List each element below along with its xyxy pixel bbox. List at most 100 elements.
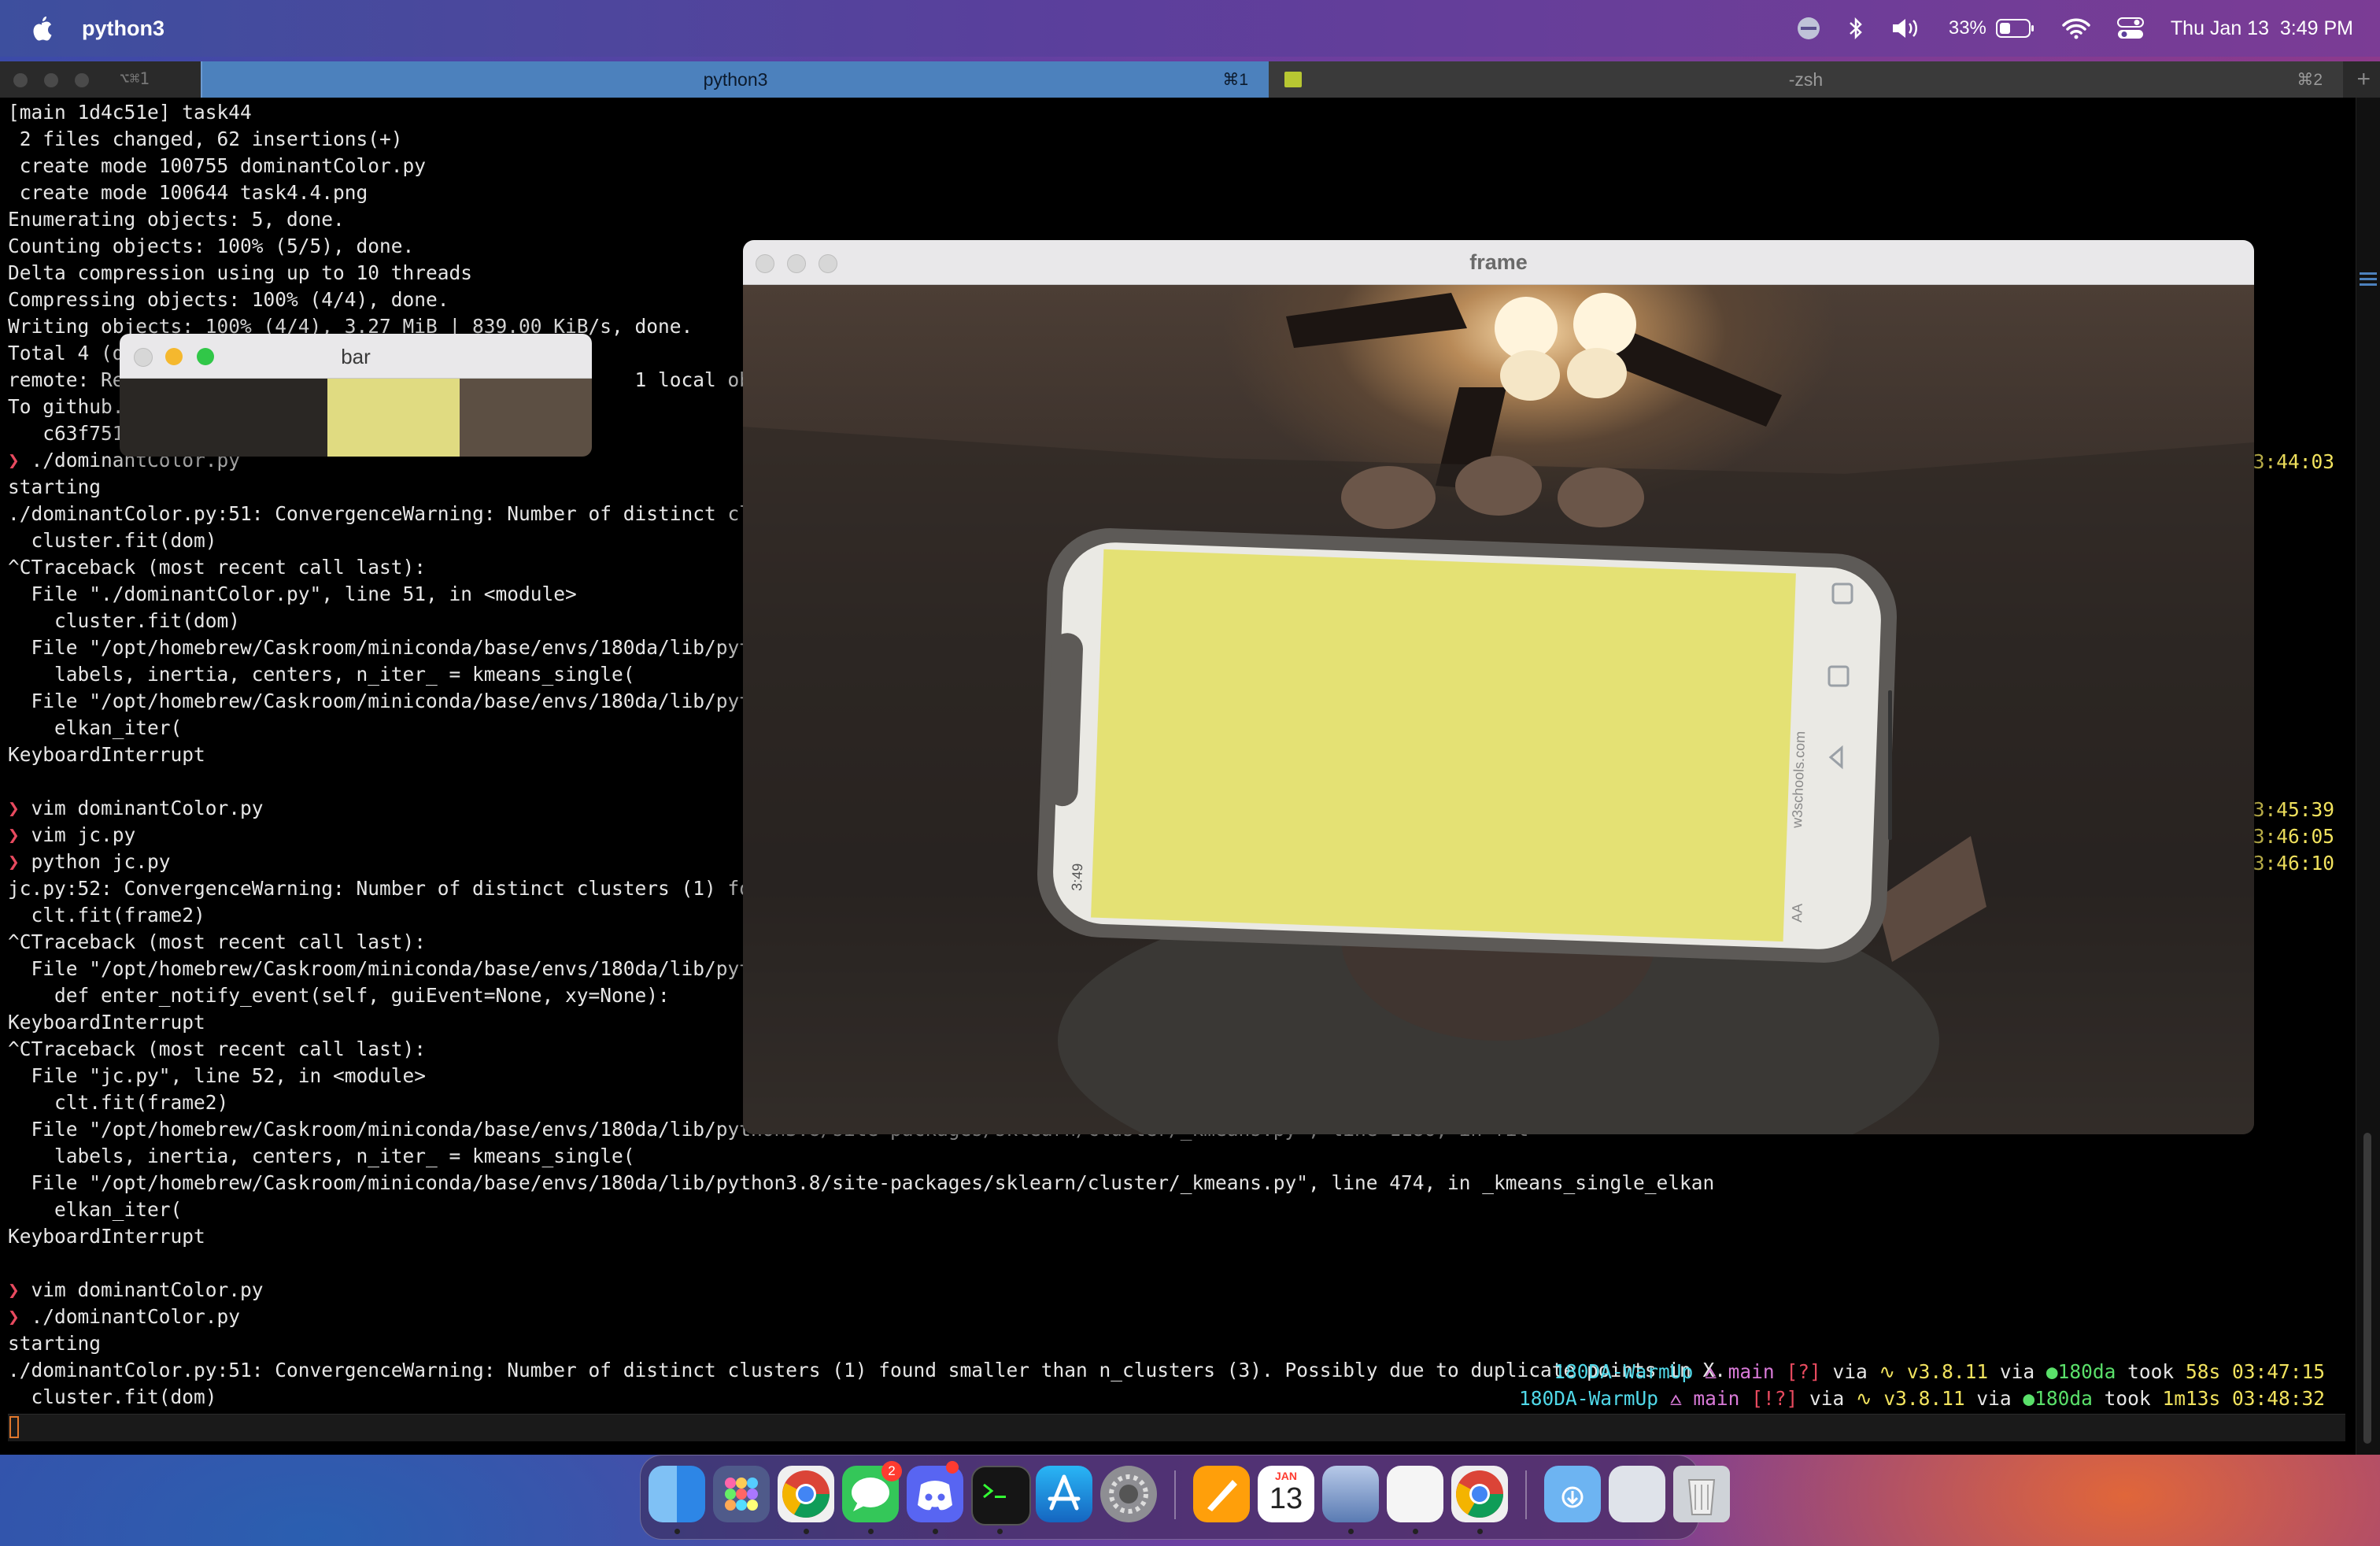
fan-blade — [1286, 293, 1467, 348]
terminal-input-line[interactable] — [8, 1414, 2345, 1441]
calendar-month: JAN — [1274, 1470, 1297, 1482]
volume-icon[interactable] — [1890, 17, 1922, 40]
prompt-timestamp: 03:44:03 — [2241, 450, 2334, 473]
focus-icon[interactable] — [1796, 16, 1821, 41]
dock-separator — [1174, 1470, 1176, 1519]
prompt-arrow-icon: ❯ — [8, 1278, 20, 1301]
screenshots-stack-icon[interactable] — [1609, 1466, 1665, 1522]
minimize-window-button[interactable] — [44, 73, 58, 87]
prompt-arrow-icon: ❯ — [8, 850, 20, 873]
terminal-line: File "/opt/homebrew/Caskroom/miniconda/b… — [8, 1171, 1715, 1194]
window-shortcut-label: ⌥⌘1 — [120, 69, 150, 88]
phone-notch — [1046, 633, 1083, 807]
tab-shortcut: ⌘2 — [2297, 71, 2323, 89]
color-swatch — [327, 379, 460, 457]
tab-zsh[interactable]: -zsh ⌘2 — [1269, 61, 2343, 98]
system-preferences-icon[interactable] — [1100, 1466, 1157, 1522]
close-window-button[interactable] — [13, 73, 28, 87]
terminal-line: KeyboardInterrupt — [8, 1225, 205, 1248]
discord-icon[interactable] — [907, 1466, 963, 1522]
finger — [1341, 466, 1436, 529]
running-indicator — [868, 1529, 874, 1534]
python-icon: ∿ — [1856, 1387, 1872, 1410]
control-center-icon[interactable] — [2116, 17, 2144, 40]
new-tab-button[interactable]: + — [2356, 66, 2371, 93]
preview-icon[interactable] — [1322, 1466, 1379, 1522]
running-indicator — [997, 1529, 1003, 1534]
camera-frame: w3schools.com 3:49 AA — [743, 285, 2254, 1134]
fan-light — [1567, 348, 1627, 398]
tab-shortcut: ⌘1 — [1222, 71, 1248, 89]
app-store-icon[interactable] — [1036, 1466, 1092, 1522]
calendar-icon[interactable]: JAN 13 — [1258, 1466, 1314, 1522]
terminal-line: 2 files changed, 62 insertions(+) — [8, 128, 403, 150]
phone-screen — [1091, 549, 1796, 942]
finger — [1558, 468, 1644, 527]
pages-icon[interactable] — [1193, 1466, 1250, 1522]
messages-badge: 2 — [881, 1461, 902, 1481]
running-indicator — [1348, 1529, 1354, 1534]
prompt-conda-env: 180da — [2034, 1387, 2093, 1410]
chrome-icon[interactable] — [778, 1466, 834, 1522]
prompt-branch: main — [1693, 1387, 1740, 1410]
menubar-clock[interactable]: Thu Jan 13 3:49 PM — [2171, 17, 2353, 40]
fan-blade — [1609, 332, 1782, 427]
prompt-duration: 1m13s — [2162, 1387, 2221, 1410]
terminal-line: elkan_iter( — [8, 1198, 183, 1221]
bar-window[interactable]: bar — [120, 334, 592, 457]
running-indicator — [1477, 1529, 1483, 1534]
tab-python3[interactable]: python3 ⌘1 — [201, 61, 1269, 98]
terminal-command: ./dominantColor.py — [19, 1305, 241, 1328]
menu-bar: python3 33% Thu Jan 13 3:49 PM — [0, 0, 2380, 57]
color-swatch — [120, 379, 327, 457]
phone-scroll-indicator — [1888, 690, 1892, 840]
calendar-day: 13 — [1269, 1482, 1303, 1515]
scroll-marks — [2360, 272, 2377, 289]
running-indicator — [804, 1529, 809, 1534]
launchpad-icon[interactable] — [713, 1466, 770, 1522]
scrollbar-thumb[interactable] — [2363, 1133, 2371, 1444]
prompt-git-status: [!?] — [1751, 1387, 1798, 1410]
frame-window[interactable]: frame w3schools.com 3:49 AA — [743, 240, 2254, 1134]
dock-separator — [1525, 1470, 1527, 1519]
active-app-name[interactable]: python3 — [82, 17, 164, 41]
prompt-timestamp: 03:45:39 — [2241, 798, 2334, 821]
fan-light — [1500, 350, 1560, 401]
prompt-arrow-icon: ❯ — [8, 449, 20, 472]
prompt-via: via — [1976, 1387, 2012, 1410]
conda-icon: ● — [2023, 1387, 2035, 1410]
running-indicator — [674, 1529, 680, 1534]
trash-icon[interactable] — [1673, 1466, 1730, 1522]
chrome-icon[interactable] — [1451, 1466, 1508, 1522]
fan-light — [1495, 297, 1558, 360]
terminal-scrollbar[interactable] — [2356, 98, 2380, 1455]
terminal-line: cluster.fit(dom) — [8, 1385, 217, 1408]
apple-icon[interactable] — [30, 15, 54, 42]
terminal-line: ./dominantColor.py:51: ConvergenceWarnin… — [8, 1359, 1727, 1381]
zoom-window-button[interactable] — [75, 73, 89, 87]
prompt-arrow-icon: ❯ — [8, 1305, 20, 1328]
frame-window-titlebar[interactable]: frame — [743, 240, 2254, 285]
wifi-icon[interactable] — [2062, 17, 2090, 39]
terminal-line: Enumerating objects: 5, done. — [8, 208, 345, 231]
document-icon[interactable] — [1387, 1466, 1443, 1522]
prompt-directory: 180DA-WarmUp — [1518, 1387, 1658, 1410]
terminal-icon[interactable] — [971, 1466, 1031, 1526]
text-cursor — [9, 1416, 19, 1438]
bar-window-titlebar[interactable]: bar — [120, 334, 592, 379]
prompt-timestamp: 03:46:10 — [2241, 852, 2334, 875]
prompt-timestamp: 03:48:32 — [2231, 1387, 2325, 1410]
downloads-folder-icon[interactable] — [1544, 1466, 1601, 1522]
finder-icon[interactable] — [649, 1466, 705, 1522]
camera-scene: w3schools.com 3:49 AA — [743, 293, 2254, 1134]
prompt-via: via — [1809, 1387, 1845, 1410]
terminal-line: create mode 100755 dominantColor.py — [8, 154, 427, 177]
prompt-python-version: v3.8.11 — [1883, 1387, 1965, 1410]
bluetooth-icon[interactable] — [1848, 16, 1864, 41]
battery-percent[interactable]: 33% — [1949, 17, 1986, 39]
prompt-arrow-icon: ❯ — [8, 797, 20, 819]
terminal-line: create mode 100644 task4.4.png — [8, 181, 368, 204]
tab-label: -zsh — [1788, 68, 1824, 90]
battery-icon[interactable] — [1995, 18, 2035, 39]
